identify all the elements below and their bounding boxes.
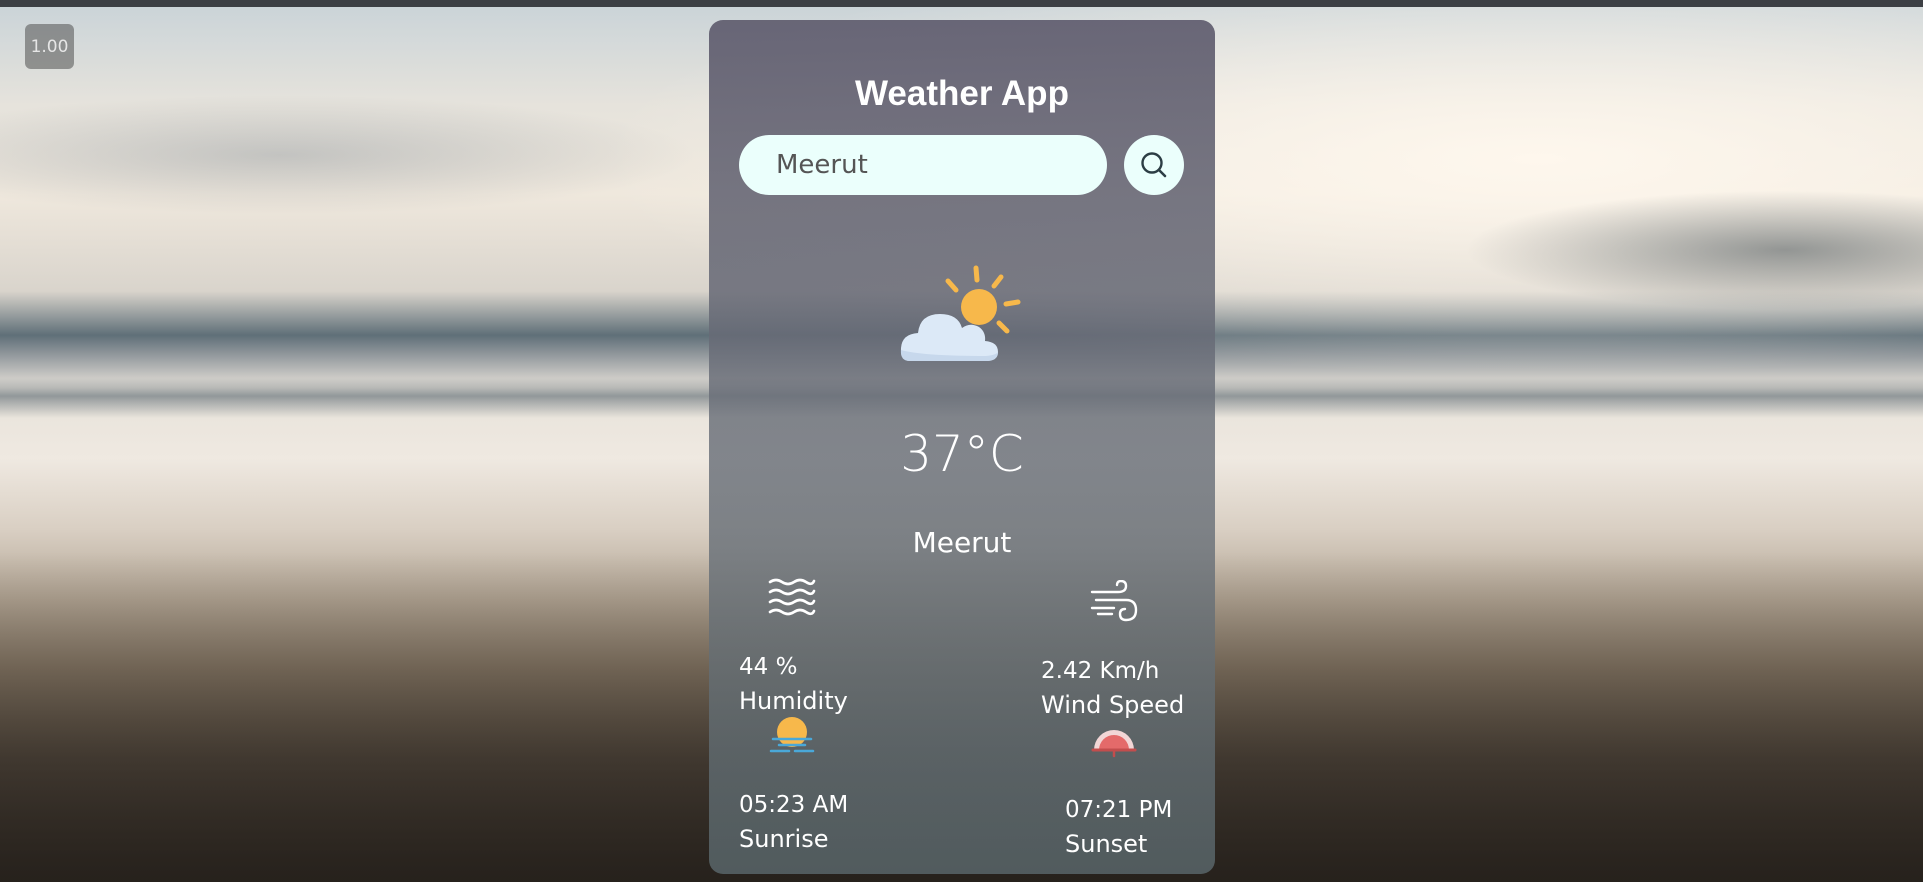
app-title: Weather App	[855, 74, 1069, 113]
app-viewport: 1.00 Weather App 37°C Meerut	[0, 0, 1923, 882]
humidity-stat: 44 % Humidity	[739, 650, 848, 718]
wind-value: 2.42 Km/h	[1041, 658, 1160, 684]
wind-label: Wind Speed	[1041, 691, 1185, 719]
humidity-value: 44 %	[739, 654, 798, 680]
background-cloud-right	[1463, 190, 1923, 310]
sunrise-value: 05:23 AM	[739, 792, 849, 818]
sunrise-icon	[769, 717, 815, 753]
background-cloud-left	[0, 95, 700, 215]
humidity-waves-icon	[768, 578, 816, 616]
sunrise-stat: 05:23 AM Sunrise	[739, 788, 848, 856]
partly-cloudy-icon	[900, 265, 1021, 361]
sunset-icon	[1091, 730, 1137, 758]
city-search-input[interactable]	[739, 135, 1107, 195]
sunset-value: 07:21 PM	[1065, 797, 1173, 823]
wind-icon	[1090, 580, 1138, 622]
sunset-label: Sunset	[1065, 830, 1148, 858]
search-button[interactable]	[1124, 135, 1184, 195]
top-border	[0, 0, 1923, 7]
sunrise-label: Sunrise	[739, 825, 829, 853]
sunset-stat: 07:21 PM Sunset	[1065, 793, 1172, 861]
weather-card: Weather App 37°C Meerut	[709, 20, 1215, 874]
temperature: 37°C	[900, 425, 1024, 483]
city-name: Meerut	[912, 526, 1012, 559]
zoom-badge: 1.00	[25, 24, 74, 69]
search-icon	[1141, 152, 1167, 178]
wind-stat: 2.42 Km/h Wind Speed	[1041, 654, 1184, 722]
